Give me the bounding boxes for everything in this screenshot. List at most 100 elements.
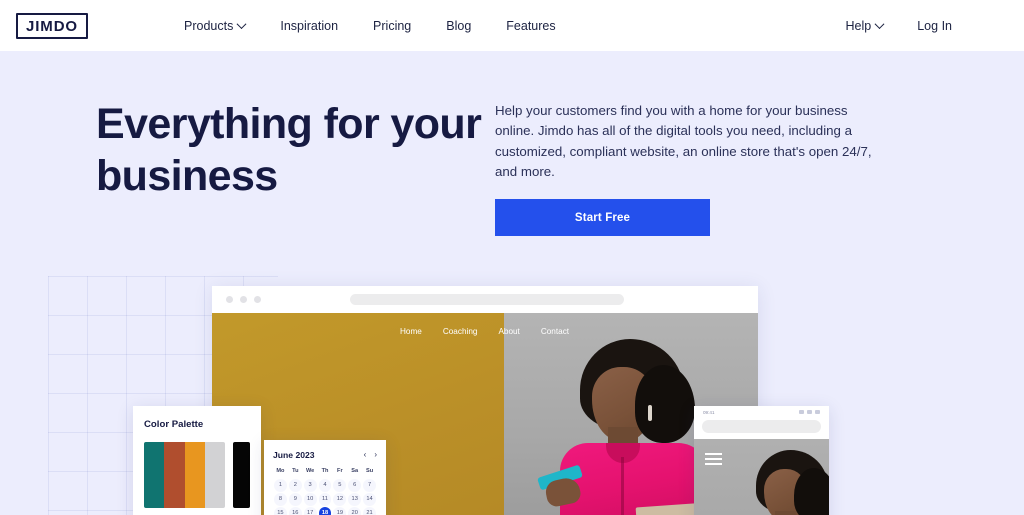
hamburger-menu-icon[interactable] xyxy=(705,453,722,468)
browser-address-bar[interactable] xyxy=(350,294,624,305)
calendar-day[interactable]: 16 xyxy=(288,507,302,515)
hamburger-line xyxy=(705,458,722,460)
calendar-day[interactable]: 19 xyxy=(333,507,347,515)
logo-text: JIMDO xyxy=(26,17,79,35)
calendar-card: June 2023 ‹ › Mo Tu We Th Fr Sa Su 1 2 3 4 5 6 7 8 9 10 1… xyxy=(264,440,386,515)
jimdo-logo[interactable]: JIMDO xyxy=(16,12,89,39)
nav-label-help: Help xyxy=(845,18,872,33)
nav-label-pricing: Pricing xyxy=(373,18,412,33)
nav-label-login: Log In xyxy=(917,18,952,33)
start-free-button[interactable]: Start Free xyxy=(495,199,710,236)
maximize-dot-icon xyxy=(254,296,261,303)
person-illustration-mobile xyxy=(730,450,829,515)
calendar-day[interactable]: 10 xyxy=(303,493,317,506)
nav-label-inspiration: Inspiration xyxy=(280,18,339,33)
chevron-left-icon[interactable]: ‹ xyxy=(364,451,367,459)
calendar-header: June 2023 ‹ › xyxy=(273,450,377,460)
hair-back-shape xyxy=(635,365,695,443)
calendar-day[interactable]: 11 xyxy=(318,493,332,506)
phone-mockup: 09:41 xyxy=(694,406,829,515)
hero-section: Everything for your business Help your c… xyxy=(0,51,1024,515)
mockup-nav-about[interactable]: About xyxy=(498,327,519,336)
phone-address-bar[interactable] xyxy=(702,420,821,433)
calendar-day[interactable]: 8 xyxy=(274,493,287,506)
swatch-row xyxy=(144,442,250,508)
calendar-day[interactable]: 15 xyxy=(274,507,287,515)
signal-icon xyxy=(799,410,804,414)
nav-label-products: Products xyxy=(184,18,234,33)
placket-shape xyxy=(621,457,624,515)
close-dot-icon xyxy=(226,296,233,303)
phone-status-time: 09:41 xyxy=(703,409,715,415)
calendar-day[interactable]: 3 xyxy=(303,479,317,492)
mockup-nav-contact[interactable]: Contact xyxy=(541,327,569,336)
color-palette-card: Color Palette Create palette from image … xyxy=(133,406,261,515)
jimdo-landing-page: JIMDO Products Inspiration Pricing Blog … xyxy=(0,0,1024,515)
window-controls xyxy=(226,296,261,303)
hamburger-line xyxy=(705,453,722,455)
calendar-dow-we: We xyxy=(305,468,315,474)
chevron-down-icon xyxy=(236,19,247,30)
page-title: Everything for your business xyxy=(96,100,482,201)
swatch-separator xyxy=(225,442,233,508)
mockup-site-navigation: Home Coaching About Contact xyxy=(400,327,569,336)
mockup-nav-home[interactable]: Home xyxy=(400,327,422,336)
calendar-grid: Mo Tu We Th Fr Sa Su 1 2 3 4 5 6 7 8 9 10 11 12 13 14 15 16 17 1… xyxy=(273,468,377,515)
calendar-dow-mo: Mo xyxy=(276,468,285,474)
calendar-day[interactable]: 14 xyxy=(363,493,376,506)
calendar-month-label: June 2023 xyxy=(273,450,315,460)
calendar-nav-arrows: ‹ › xyxy=(364,451,377,459)
nav-item-pricing[interactable]: Pricing xyxy=(373,19,411,33)
swatch-group xyxy=(144,442,225,508)
nav-item-products[interactable]: Products xyxy=(184,18,247,33)
calendar-day[interactable]: 2 xyxy=(288,479,302,492)
nav-item-login[interactable]: Log In xyxy=(917,19,952,33)
secondary-navigation: Help Log In xyxy=(846,19,952,33)
calendar-day[interactable]: 21 xyxy=(363,507,376,515)
chevron-right-icon[interactable]: › xyxy=(374,451,377,459)
color-palette-title: Color Palette xyxy=(144,419,204,430)
calendar-day[interactable]: 20 xyxy=(348,507,362,515)
calendar-day[interactable]: 6 xyxy=(348,479,362,492)
calendar-day[interactable]: 9 xyxy=(288,493,302,506)
swatch-gray[interactable] xyxy=(204,442,225,508)
phone-status-icons xyxy=(799,410,820,414)
wifi-icon xyxy=(807,410,812,414)
calendar-day[interactable]: 17 xyxy=(303,507,317,515)
site-header: JIMDO Products Inspiration Pricing Blog … xyxy=(0,0,1024,51)
calendar-dow-sa: Sa xyxy=(351,468,359,474)
chevron-down-icon xyxy=(874,19,885,30)
calendar-dow-th: Th xyxy=(321,468,329,474)
calendar-day[interactable]: 12 xyxy=(333,493,347,506)
calendar-day[interactable]: 18 xyxy=(318,507,332,515)
swatch-orange[interactable] xyxy=(184,442,205,508)
calendar-dow-tu: Tu xyxy=(292,468,299,474)
nav-label-blog: Blog xyxy=(446,18,472,33)
nav-item-inspiration[interactable]: Inspiration xyxy=(280,19,338,33)
swatch-rust[interactable] xyxy=(164,442,185,508)
nav-item-help[interactable]: Help xyxy=(845,18,885,33)
mockup-nav-coaching[interactable]: Coaching xyxy=(443,327,478,336)
hamburger-line xyxy=(705,463,722,465)
calendar-day[interactable]: 7 xyxy=(363,479,376,492)
swatch-teal[interactable] xyxy=(144,442,165,508)
calendar-day[interactable]: 13 xyxy=(348,493,362,506)
calendar-dow-su: Su xyxy=(365,468,374,474)
main-navigation: Products Inspiration Pricing Blog Featur… xyxy=(184,19,556,33)
calendar-day[interactable]: 4 xyxy=(318,479,332,492)
nav-label-features: Features xyxy=(506,18,556,33)
nav-item-features[interactable]: Features xyxy=(506,19,555,33)
battery-icon xyxy=(815,410,820,414)
neck-shape xyxy=(775,511,796,515)
browser-chrome-bar xyxy=(212,286,758,313)
calendar-dow-fr: Fr xyxy=(337,468,343,474)
calendar-day[interactable]: 1 xyxy=(274,479,287,492)
calendar-day[interactable]: 5 xyxy=(333,479,347,492)
hair-back-shape xyxy=(794,468,829,515)
phone-status-bar: 09:41 xyxy=(694,406,829,418)
swatch-black[interactable] xyxy=(233,442,250,508)
minimize-dot-icon xyxy=(240,296,247,303)
phone-viewport xyxy=(694,439,829,515)
earring-shape xyxy=(648,405,652,421)
nav-item-blog[interactable]: Blog xyxy=(446,19,471,33)
